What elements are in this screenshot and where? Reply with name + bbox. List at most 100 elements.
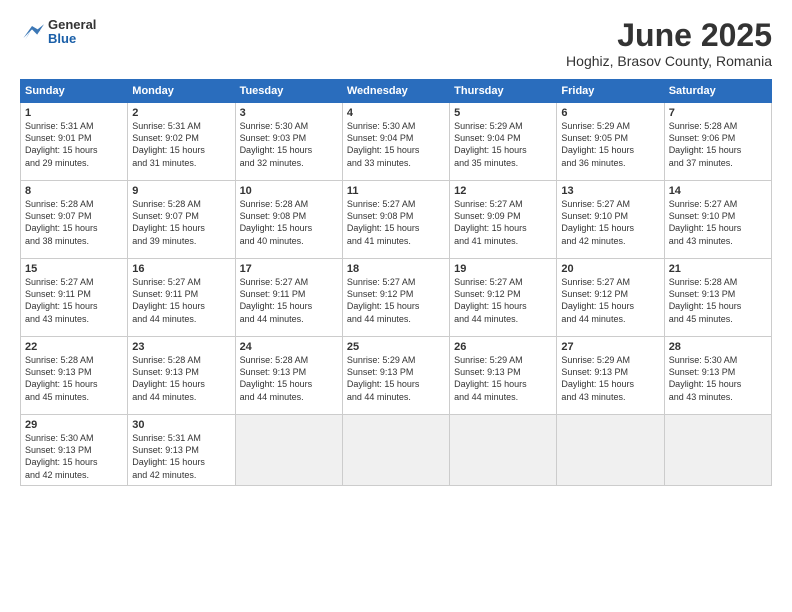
- day-number: 7: [669, 107, 767, 119]
- day-number: 1: [25, 107, 123, 119]
- calendar-week-row: 8Sunrise: 5:28 AM Sunset: 9:07 PM Daylig…: [21, 181, 772, 259]
- calendar-cell: 5Sunrise: 5:29 AM Sunset: 9:04 PM Daylig…: [450, 103, 557, 181]
- day-info: Sunrise: 5:27 AM Sunset: 9:12 PM Dayligh…: [347, 276, 445, 325]
- day-number: 10: [240, 185, 338, 197]
- header: General Blue June 2025 Hoghiz, Brasov Co…: [20, 18, 772, 69]
- weekday-header-monday: Monday: [128, 80, 235, 103]
- day-info: Sunrise: 5:27 AM Sunset: 9:11 PM Dayligh…: [240, 276, 338, 325]
- calendar-cell: 26Sunrise: 5:29 AM Sunset: 9:13 PM Dayli…: [450, 337, 557, 415]
- day-number: 4: [347, 107, 445, 119]
- day-number: 20: [561, 263, 659, 275]
- calendar-cell: 11Sunrise: 5:27 AM Sunset: 9:08 PM Dayli…: [342, 181, 449, 259]
- logo-blue: Blue: [48, 32, 96, 46]
- day-info: Sunrise: 5:28 AM Sunset: 9:07 PM Dayligh…: [25, 198, 123, 247]
- month-title: June 2025: [566, 18, 772, 53]
- calendar-cell: 28Sunrise: 5:30 AM Sunset: 9:13 PM Dayli…: [664, 337, 771, 415]
- calendar-cell: [557, 415, 664, 486]
- weekday-header-friday: Friday: [557, 80, 664, 103]
- calendar-week-row: 22Sunrise: 5:28 AM Sunset: 9:13 PM Dayli…: [21, 337, 772, 415]
- calendar-cell: 21Sunrise: 5:28 AM Sunset: 9:13 PM Dayli…: [664, 259, 771, 337]
- weekday-header-row: SundayMondayTuesdayWednesdayThursdayFrid…: [21, 80, 772, 103]
- calendar-week-row: 1Sunrise: 5:31 AM Sunset: 9:01 PM Daylig…: [21, 103, 772, 181]
- calendar-cell: 22Sunrise: 5:28 AM Sunset: 9:13 PM Dayli…: [21, 337, 128, 415]
- day-info: Sunrise: 5:30 AM Sunset: 9:04 PM Dayligh…: [347, 120, 445, 169]
- calendar-table: SundayMondayTuesdayWednesdayThursdayFrid…: [20, 79, 772, 486]
- day-number: 16: [132, 263, 230, 275]
- calendar-cell: 29Sunrise: 5:30 AM Sunset: 9:13 PM Dayli…: [21, 415, 128, 486]
- day-number: 3: [240, 107, 338, 119]
- day-info: Sunrise: 5:29 AM Sunset: 9:13 PM Dayligh…: [347, 354, 445, 403]
- day-info: Sunrise: 5:28 AM Sunset: 9:13 PM Dayligh…: [669, 276, 767, 325]
- logo: General Blue: [20, 18, 96, 47]
- weekday-header-wednesday: Wednesday: [342, 80, 449, 103]
- calendar-week-row: 15Sunrise: 5:27 AM Sunset: 9:11 PM Dayli…: [21, 259, 772, 337]
- day-info: Sunrise: 5:27 AM Sunset: 9:10 PM Dayligh…: [669, 198, 767, 247]
- day-number: 25: [347, 341, 445, 353]
- day-number: 29: [25, 419, 123, 431]
- day-info: Sunrise: 5:27 AM Sunset: 9:09 PM Dayligh…: [454, 198, 552, 247]
- calendar-cell: 17Sunrise: 5:27 AM Sunset: 9:11 PM Dayli…: [235, 259, 342, 337]
- day-info: Sunrise: 5:27 AM Sunset: 9:10 PM Dayligh…: [561, 198, 659, 247]
- day-info: Sunrise: 5:27 AM Sunset: 9:12 PM Dayligh…: [454, 276, 552, 325]
- day-number: 9: [132, 185, 230, 197]
- title-area: June 2025 Hoghiz, Brasov County, Romania: [566, 18, 772, 69]
- calendar-cell: 14Sunrise: 5:27 AM Sunset: 9:10 PM Dayli…: [664, 181, 771, 259]
- day-number: 11: [347, 185, 445, 197]
- calendar-cell: 6Sunrise: 5:29 AM Sunset: 9:05 PM Daylig…: [557, 103, 664, 181]
- day-number: 30: [132, 419, 230, 431]
- calendar-cell: [342, 415, 449, 486]
- day-info: Sunrise: 5:29 AM Sunset: 9:13 PM Dayligh…: [561, 354, 659, 403]
- calendar-page: General Blue June 2025 Hoghiz, Brasov Co…: [0, 0, 792, 612]
- calendar-cell: 8Sunrise: 5:28 AM Sunset: 9:07 PM Daylig…: [21, 181, 128, 259]
- day-number: 27: [561, 341, 659, 353]
- calendar-week-row: 29Sunrise: 5:30 AM Sunset: 9:13 PM Dayli…: [21, 415, 772, 486]
- day-number: 12: [454, 185, 552, 197]
- calendar-cell: [450, 415, 557, 486]
- calendar-cell: 15Sunrise: 5:27 AM Sunset: 9:11 PM Dayli…: [21, 259, 128, 337]
- calendar-cell: 12Sunrise: 5:27 AM Sunset: 9:09 PM Dayli…: [450, 181, 557, 259]
- location-title: Hoghiz, Brasov County, Romania: [566, 53, 772, 69]
- day-info: Sunrise: 5:27 AM Sunset: 9:12 PM Dayligh…: [561, 276, 659, 325]
- day-info: Sunrise: 5:30 AM Sunset: 9:13 PM Dayligh…: [669, 354, 767, 403]
- calendar-cell: 2Sunrise: 5:31 AM Sunset: 9:02 PM Daylig…: [128, 103, 235, 181]
- day-number: 2: [132, 107, 230, 119]
- day-number: 26: [454, 341, 552, 353]
- day-number: 28: [669, 341, 767, 353]
- calendar-cell: 1Sunrise: 5:31 AM Sunset: 9:01 PM Daylig…: [21, 103, 128, 181]
- day-number: 21: [669, 263, 767, 275]
- calendar-cell: 9Sunrise: 5:28 AM Sunset: 9:07 PM Daylig…: [128, 181, 235, 259]
- day-number: 23: [132, 341, 230, 353]
- calendar-cell: [664, 415, 771, 486]
- calendar-cell: 25Sunrise: 5:29 AM Sunset: 9:13 PM Dayli…: [342, 337, 449, 415]
- day-number: 6: [561, 107, 659, 119]
- calendar-cell: 16Sunrise: 5:27 AM Sunset: 9:11 PM Dayli…: [128, 259, 235, 337]
- calendar-cell: 27Sunrise: 5:29 AM Sunset: 9:13 PM Dayli…: [557, 337, 664, 415]
- day-info: Sunrise: 5:31 AM Sunset: 9:01 PM Dayligh…: [25, 120, 123, 169]
- calendar-cell: 3Sunrise: 5:30 AM Sunset: 9:03 PM Daylig…: [235, 103, 342, 181]
- calendar-cell: 13Sunrise: 5:27 AM Sunset: 9:10 PM Dayli…: [557, 181, 664, 259]
- calendar-cell: 18Sunrise: 5:27 AM Sunset: 9:12 PM Dayli…: [342, 259, 449, 337]
- day-info: Sunrise: 5:29 AM Sunset: 9:05 PM Dayligh…: [561, 120, 659, 169]
- day-number: 14: [669, 185, 767, 197]
- day-info: Sunrise: 5:31 AM Sunset: 9:02 PM Dayligh…: [132, 120, 230, 169]
- day-number: 8: [25, 185, 123, 197]
- calendar-cell: 24Sunrise: 5:28 AM Sunset: 9:13 PM Dayli…: [235, 337, 342, 415]
- calendar-cell: 19Sunrise: 5:27 AM Sunset: 9:12 PM Dayli…: [450, 259, 557, 337]
- day-number: 13: [561, 185, 659, 197]
- day-number: 24: [240, 341, 338, 353]
- calendar-cell: 30Sunrise: 5:31 AM Sunset: 9:13 PM Dayli…: [128, 415, 235, 486]
- day-number: 17: [240, 263, 338, 275]
- weekday-header-thursday: Thursday: [450, 80, 557, 103]
- calendar-cell: 10Sunrise: 5:28 AM Sunset: 9:08 PM Dayli…: [235, 181, 342, 259]
- day-number: 5: [454, 107, 552, 119]
- day-info: Sunrise: 5:27 AM Sunset: 9:11 PM Dayligh…: [132, 276, 230, 325]
- day-info: Sunrise: 5:28 AM Sunset: 9:08 PM Dayligh…: [240, 198, 338, 247]
- calendar-cell: [235, 415, 342, 486]
- day-number: 18: [347, 263, 445, 275]
- day-number: 19: [454, 263, 552, 275]
- day-info: Sunrise: 5:30 AM Sunset: 9:03 PM Dayligh…: [240, 120, 338, 169]
- day-info: Sunrise: 5:28 AM Sunset: 9:07 PM Dayligh…: [132, 198, 230, 247]
- weekday-header-saturday: Saturday: [664, 80, 771, 103]
- logo-bird-icon: [20, 22, 44, 42]
- day-info: Sunrise: 5:31 AM Sunset: 9:13 PM Dayligh…: [132, 432, 230, 481]
